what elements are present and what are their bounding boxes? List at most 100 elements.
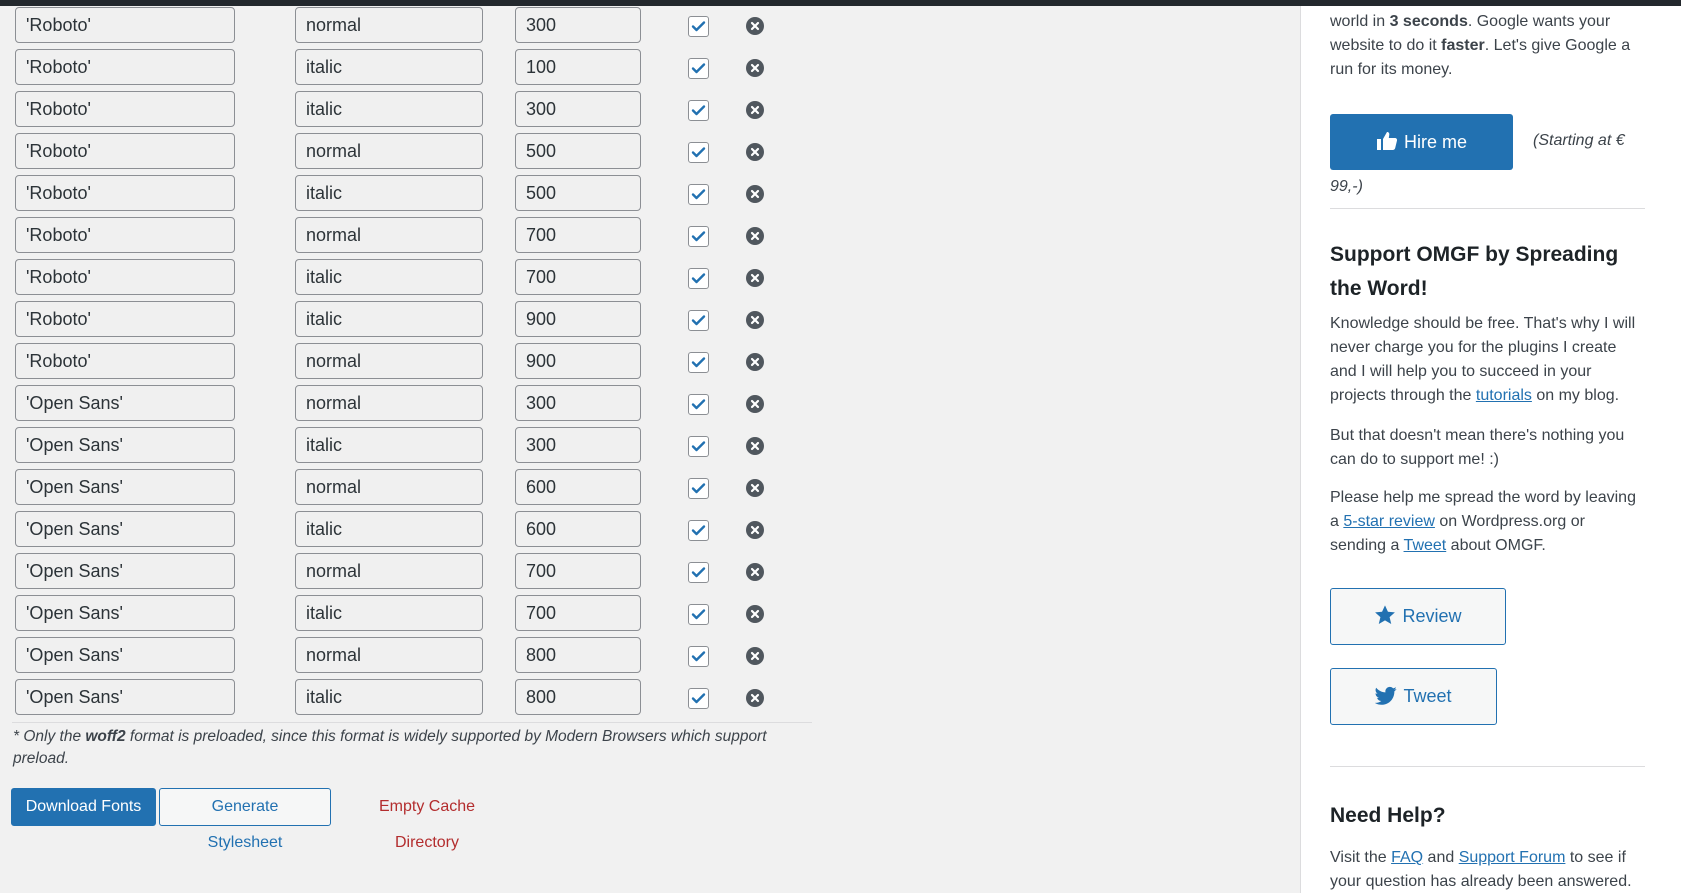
preload-checkbox[interactable] [688, 16, 709, 37]
font-family-input[interactable] [15, 595, 235, 631]
font-weight-input[interactable] [515, 553, 641, 589]
font-weight-input[interactable] [515, 595, 641, 631]
font-weight-input[interactable] [515, 133, 641, 169]
tweet-link[interactable]: Tweet [1404, 537, 1447, 554]
font-family-input[interactable] [15, 217, 235, 253]
font-style-input[interactable] [295, 301, 483, 337]
font-family-input[interactable] [15, 133, 235, 169]
remove-font-button[interactable] [746, 185, 764, 203]
font-style-input[interactable] [295, 427, 483, 463]
font-family-input[interactable] [15, 49, 235, 85]
remove-font-button[interactable] [746, 437, 764, 455]
font-weight-input[interactable] [515, 49, 641, 85]
font-family-input[interactable] [15, 679, 235, 715]
font-family-input[interactable] [15, 511, 235, 547]
remove-font-button[interactable] [746, 689, 764, 707]
empty-cache-button[interactable]: Empty Cache Directory [332, 788, 522, 851]
preload-checkbox[interactable] [688, 562, 709, 583]
font-weight-input[interactable] [515, 301, 641, 337]
remove-font-button[interactable] [746, 59, 764, 77]
preload-checkbox[interactable] [688, 226, 709, 247]
font-family-input[interactable] [15, 91, 235, 127]
preload-checkbox[interactable] [688, 520, 709, 541]
font-style-input[interactable] [295, 91, 483, 127]
font-weight-input[interactable] [515, 679, 641, 715]
remove-font-button[interactable] [746, 605, 764, 623]
font-style-input[interactable] [295, 385, 483, 421]
tweet-button[interactable]: Tweet [1330, 668, 1497, 725]
remove-font-button[interactable] [746, 17, 764, 35]
tutorials-link[interactable]: tutorials [1476, 387, 1532, 404]
font-style-input[interactable] [295, 175, 483, 211]
remove-circle-icon [750, 273, 760, 283]
font-style-input[interactable] [295, 7, 483, 43]
font-family-input[interactable] [15, 175, 235, 211]
preload-checkbox[interactable] [688, 100, 709, 121]
remove-font-button[interactable] [746, 521, 764, 539]
preload-checkbox[interactable] [688, 394, 709, 415]
font-style-input[interactable] [295, 49, 483, 85]
checkmark-icon [691, 63, 706, 74]
font-weight-input[interactable] [515, 427, 641, 463]
font-weight-input[interactable] [515, 217, 641, 253]
preload-checkbox[interactable] [688, 436, 709, 457]
font-family-input[interactable] [15, 259, 235, 295]
preload-checkbox[interactable] [688, 352, 709, 373]
remove-font-button[interactable] [746, 101, 764, 119]
font-weight-input[interactable] [515, 343, 641, 379]
font-style-input[interactable] [295, 133, 483, 169]
remove-font-button[interactable] [746, 647, 764, 665]
preload-checkbox[interactable] [688, 184, 709, 205]
preload-checkbox[interactable] [688, 58, 709, 79]
preload-checkbox[interactable] [688, 478, 709, 499]
font-weight-input[interactable] [515, 469, 641, 505]
checkmark-icon [691, 189, 706, 200]
preload-checkbox[interactable] [688, 646, 709, 667]
remove-font-button[interactable] [746, 353, 764, 371]
remove-font-button[interactable] [746, 269, 764, 287]
remove-font-button[interactable] [746, 227, 764, 245]
review-link[interactable]: 5-star review [1343, 513, 1435, 530]
support-forum-link[interactable]: Support Forum [1459, 849, 1566, 866]
font-style-input[interactable] [295, 259, 483, 295]
font-style-input[interactable] [295, 595, 483, 631]
font-style-input[interactable] [295, 343, 483, 379]
font-weight-input[interactable] [515, 511, 641, 547]
font-family-input[interactable] [15, 553, 235, 589]
font-family-input[interactable] [15, 427, 235, 463]
font-style-input[interactable] [295, 511, 483, 547]
remove-font-button[interactable] [746, 143, 764, 161]
remove-font-button[interactable] [746, 479, 764, 497]
font-weight-input[interactable] [515, 175, 641, 211]
download-fonts-button[interactable]: Download Fonts [11, 788, 156, 826]
font-family-input[interactable] [15, 343, 235, 379]
font-family-input[interactable] [15, 385, 235, 421]
font-style-input[interactable] [295, 469, 483, 505]
remove-font-button[interactable] [746, 395, 764, 413]
font-family-input[interactable] [15, 637, 235, 673]
preload-checkbox[interactable] [688, 310, 709, 331]
preload-checkbox[interactable] [688, 268, 709, 289]
font-style-input[interactable] [295, 637, 483, 673]
hire-me-button[interactable]: Hire me [1330, 114, 1513, 170]
font-style-input[interactable] [295, 679, 483, 715]
font-family-input[interactable] [15, 469, 235, 505]
preload-checkbox[interactable] [688, 604, 709, 625]
font-weight-input[interactable] [515, 91, 641, 127]
font-weight-input[interactable] [515, 385, 641, 421]
remove-font-button[interactable] [746, 311, 764, 329]
remove-circle-icon [750, 651, 760, 661]
font-weight-input[interactable] [515, 637, 641, 673]
remove-font-button[interactable] [746, 563, 764, 581]
font-family-input[interactable] [15, 7, 235, 43]
font-style-input[interactable] [295, 553, 483, 589]
font-family-input[interactable] [15, 301, 235, 337]
font-style-input[interactable] [295, 217, 483, 253]
preload-checkbox[interactable] [688, 688, 709, 709]
font-weight-input[interactable] [515, 7, 641, 43]
faq-link[interactable]: FAQ [1391, 849, 1423, 866]
generate-stylesheet-button[interactable]: Generate Stylesheet [159, 788, 331, 851]
preload-checkbox[interactable] [688, 142, 709, 163]
review-button[interactable]: Review [1330, 588, 1506, 645]
font-weight-input[interactable] [515, 259, 641, 295]
